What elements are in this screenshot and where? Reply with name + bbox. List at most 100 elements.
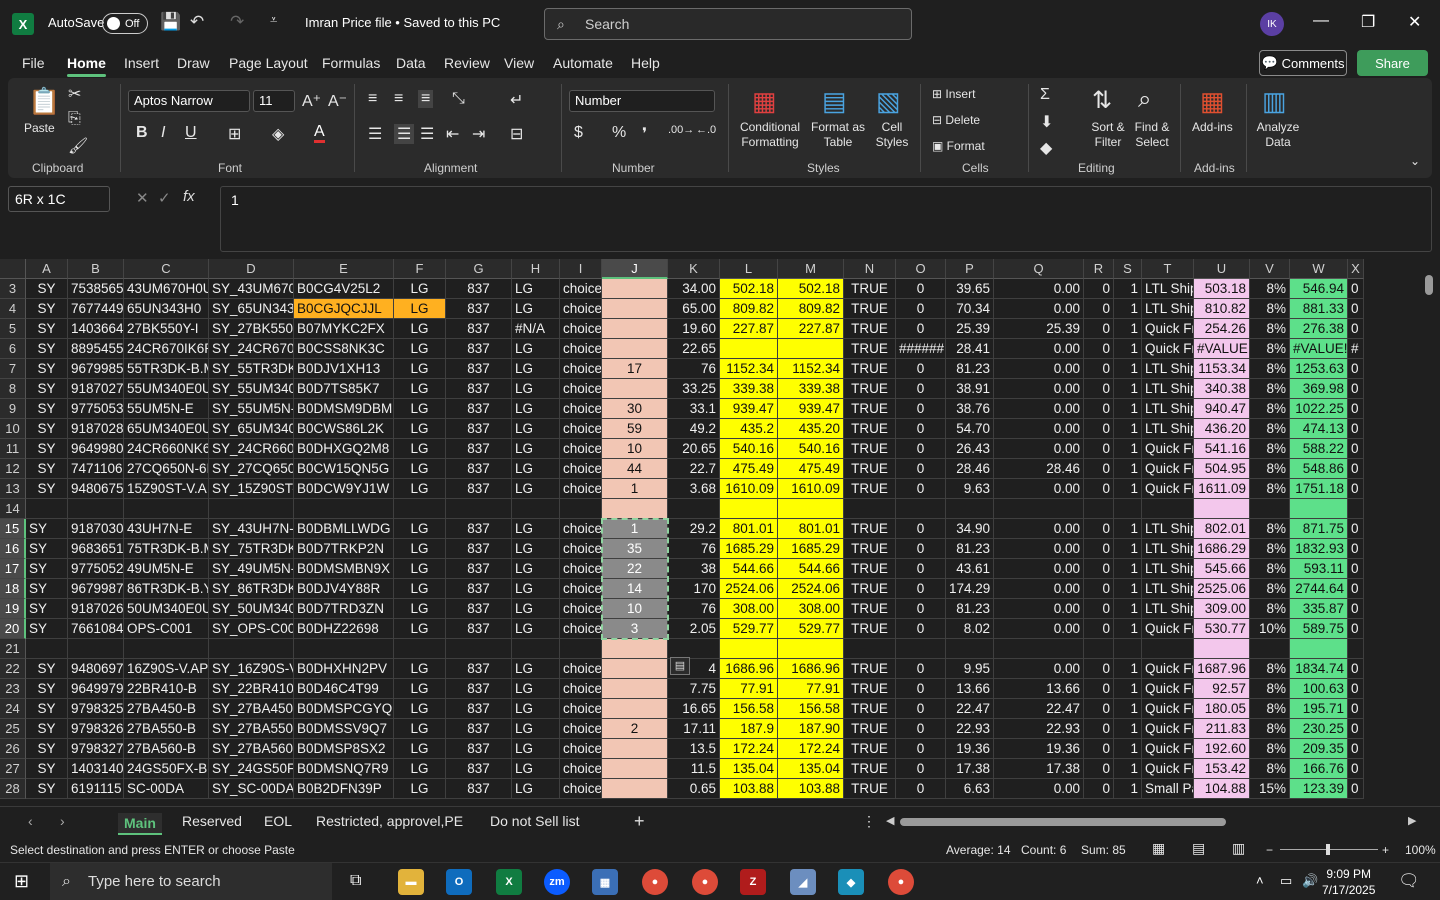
cell-O23[interactable]: 0 [896,679,946,699]
cell-D24[interactable]: SY_27BA450-E [209,699,294,719]
cell-V22[interactable]: 8% [1250,659,1290,679]
cell-X14[interactable] [1348,499,1364,519]
cell-I14[interactable] [560,499,602,519]
cell-T5[interactable]: Quick Fr [1142,319,1194,339]
cell-W27[interactable]: 166.76 [1290,759,1348,779]
cell-G13[interactable]: 837 [446,479,512,499]
cell-S15[interactable]: 1 [1114,519,1142,539]
cell-E6[interactable]: B0CSS8NK3C [294,339,394,359]
cell-A16[interactable]: SY [26,539,68,559]
zoom-out-icon[interactable]: − [1266,843,1273,857]
cell-R21[interactable] [1084,639,1114,659]
cell-I17[interactable]: choice [560,559,602,579]
status-sum[interactable]: Sum: 85 [1081,843,1126,857]
cell-U7[interactable]: 1153.34 [1194,359,1250,379]
cell-H13[interactable]: LG [512,479,560,499]
windows-start-icon[interactable]: ⊞ [14,871,29,892]
cell-G4[interactable]: 837 [446,299,512,319]
decrease-font-icon[interactable]: A⁻ [328,91,347,111]
enter-icon[interactable]: ✓ [158,189,171,207]
cell-V28[interactable]: 15% [1250,779,1290,799]
cell-B27[interactable]: 14031401 [68,759,124,779]
cell-E15[interactable]: B0DBMLLWDG [294,519,394,539]
cell-L12[interactable]: 475.49 [720,459,778,479]
cell-T22[interactable]: Quick Fr [1142,659,1194,679]
row-header-25[interactable]: 25 [0,719,26,739]
conditional-formatting-icon[interactable]: ▦ [752,86,777,117]
cell-M4[interactable]: 809.82 [778,299,844,319]
cell-B5[interactable]: 14036647 [68,319,124,339]
row-header-20[interactable]: 20 [0,619,26,639]
cell-I13[interactable]: choice [560,479,602,499]
cell-R27[interactable]: 0 [1084,759,1114,779]
row-header-19[interactable]: 19 [0,599,26,619]
cell-S3[interactable]: 1 [1114,279,1142,299]
cell-L14[interactable] [720,499,778,519]
column-header-K[interactable]: K [668,259,720,279]
tab-home[interactable]: Home [67,55,106,77]
cell-C6[interactable]: 24CR670IK6P [124,339,209,359]
tab-help[interactable]: Help [631,55,660,71]
cell-E7[interactable]: B0DJV1XH13 [294,359,394,379]
cell-Q22[interactable]: 0.00 [994,659,1084,679]
cell-D9[interactable]: SY_55UM5N-E [209,399,294,419]
cell-B24[interactable]: 9798325 [68,699,124,719]
cell-J28[interactable] [602,779,668,799]
cell-L28[interactable]: 103.88 [720,779,778,799]
chrome-alt-icon[interactable]: ● [888,869,914,895]
cell-O10[interactable]: 0 [896,419,946,439]
cell-B10[interactable]: 9187028 [68,419,124,439]
cell-I12[interactable]: choice [560,459,602,479]
cell-B23[interactable]: 9649979 [68,679,124,699]
conditional-formatting-button[interactable]: Conditional Formatting [736,120,804,150]
cell-P16[interactable]: 81.23 [946,539,994,559]
cell-L20[interactable]: 529.77 [720,619,778,639]
cell-O26[interactable]: 0 [896,739,946,759]
cell-N18[interactable]: TRUE [844,579,896,599]
cell-O3[interactable]: 0 [896,279,946,299]
cell-E28[interactable]: B0B2DFN39P [294,779,394,799]
cell-O5[interactable]: 0 [896,319,946,339]
column-header-S[interactable]: S [1114,259,1142,279]
cell-H20[interactable]: LG [512,619,560,639]
cell-A14[interactable] [26,499,68,519]
cell-U25[interactable]: 211.83 [1194,719,1250,739]
column-header-X[interactable]: X [1348,259,1364,279]
cell-G5[interactable]: 837 [446,319,512,339]
cell-W26[interactable]: 209.35 [1290,739,1348,759]
cell-V21[interactable] [1250,639,1290,659]
format-as-table-button[interactable]: Format as Table [808,120,868,150]
cell-U5[interactable]: 254.26 [1194,319,1250,339]
cell-K23[interactable]: 7.75 [668,679,720,699]
cell-C13[interactable]: 15Z90ST-V.AI [124,479,209,499]
cell-Q4[interactable]: 0.00 [994,299,1084,319]
row-header-28[interactable]: 28 [0,779,26,799]
cell-X11[interactable]: 0 [1348,439,1364,459]
cell-W5[interactable]: 276.38 [1290,319,1348,339]
cell-S22[interactable]: 1 [1114,659,1142,679]
horizontal-scroll-thumb[interactable] [900,818,1226,826]
cell-A10[interactable]: SY [26,419,68,439]
search-box[interactable]: ⌕ Search [544,8,912,40]
cell-I23[interactable]: choice [560,679,602,699]
cell-T3[interactable]: LTL Ship [1142,279,1194,299]
cell-A19[interactable]: SY [26,599,68,619]
cell-K15[interactable]: 29.2 [668,519,720,539]
cell-C11[interactable]: 24CR660NK6I [124,439,209,459]
cell-E26[interactable]: B0DMSP8SX2 [294,739,394,759]
row-header-11[interactable]: 11 [0,439,26,459]
cell-Q27[interactable]: 17.38 [994,759,1084,779]
cell-D27[interactable]: SY_24GS50FX- [209,759,294,779]
cell-T17[interactable]: LTL Ship [1142,559,1194,579]
tab-insert[interactable]: Insert [124,55,159,71]
cell-B12[interactable]: 7471106 [68,459,124,479]
cell-Q8[interactable]: 0.00 [994,379,1084,399]
cell-B28[interactable]: 6191115 [68,779,124,799]
column-header-N[interactable]: N [844,259,896,279]
cell-S28[interactable]: 1 [1114,779,1142,799]
cell-X7[interactable]: 0 [1348,359,1364,379]
cell-C12[interactable]: 27CQ650N-6I [124,459,209,479]
document-title[interactable]: Imran Price file • Saved to this PC [305,15,500,30]
cell-E25[interactable]: B0DMSSV9Q7 [294,719,394,739]
cell-E13[interactable]: B0DCW9YJ1W [294,479,394,499]
